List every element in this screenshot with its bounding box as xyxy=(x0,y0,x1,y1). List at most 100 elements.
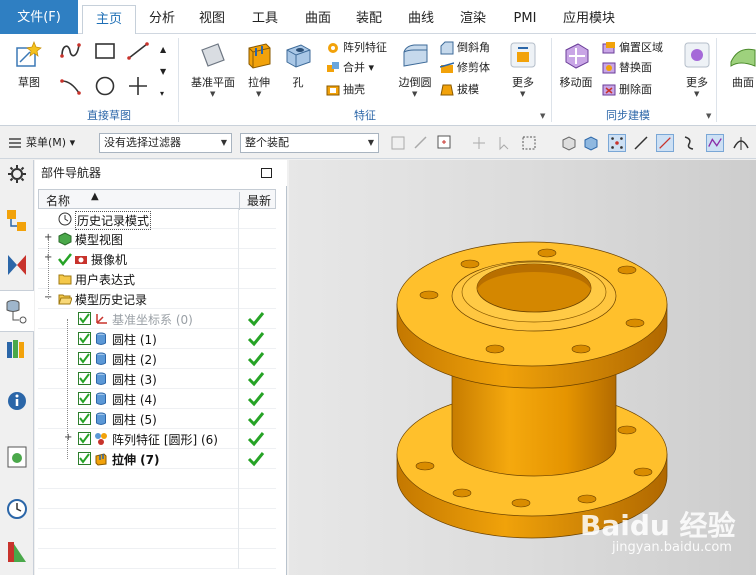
more-feature-button[interactable]: 更多 ▼ xyxy=(500,36,546,102)
tab-surface[interactable]: 曲面 xyxy=(298,5,338,33)
assembly-navigator-icon[interactable] xyxy=(5,208,29,234)
sketch-button[interactable]: 草图 xyxy=(6,36,52,102)
assembly-scope-select[interactable]: 整个装配 ▼ xyxy=(240,133,379,153)
tree-row-cylinder-2[interactable]: 圆柱 (2) xyxy=(38,349,276,369)
tree-row-cylinder-4[interactable]: 圆柱 (4) xyxy=(38,389,276,409)
history-clock-icon[interactable] xyxy=(5,496,29,522)
tree-row-model-history[interactable]: − 模型历史记录 xyxy=(38,289,276,309)
more-sync-button[interactable]: 更多 ▼ xyxy=(674,36,720,102)
surface-button[interactable]: 曲面 xyxy=(720,36,756,102)
web-browser-icon[interactable] xyxy=(5,444,29,470)
point-tool-icon[interactable] xyxy=(126,75,150,97)
tree-row-pattern-feature[interactable]: + 阵列特征 [圆形] (6) xyxy=(38,429,276,449)
pick-icon[interactable] xyxy=(412,134,430,152)
tab-home[interactable]: 主页 xyxy=(82,5,136,34)
grid-points-icon[interactable] xyxy=(608,134,626,152)
edge-blend-button[interactable]: 边倒圆 ▼ xyxy=(392,36,438,102)
feature-group-dropdown-icon[interactable]: ▼ xyxy=(540,112,545,120)
sketch-more-icon[interactable]: ▾ xyxy=(160,84,164,104)
more-feature-dropdown-icon[interactable]: ▼ xyxy=(520,90,525,98)
datum-plane-button[interactable]: 基准平面 ▼ xyxy=(190,36,236,102)
tree-row-datum-csys[interactable]: 基准坐标系 (0) xyxy=(38,309,276,329)
hole-button[interactable]: 孔 xyxy=(275,36,321,102)
delete-face-button[interactable]: 删除面 xyxy=(602,80,652,100)
tree-row-user-expressions[interactable]: 用户表达式 xyxy=(38,269,276,289)
tangent-select-icon[interactable] xyxy=(732,134,750,152)
visibility-checkbox[interactable] xyxy=(78,312,91,325)
info-icon[interactable] xyxy=(5,388,29,414)
shell-button[interactable]: 抽壳 xyxy=(326,80,365,100)
tree-row-extrude[interactable]: 拉伸 (7) xyxy=(38,449,276,469)
reuse-library-icon[interactable] xyxy=(5,336,29,362)
tree-row-cylinder-1[interactable]: 圆柱 (1) xyxy=(38,329,276,349)
edge-blend-dropdown-icon[interactable]: ▼ xyxy=(412,90,417,98)
edge-select-icon[interactable] xyxy=(656,134,674,152)
visibility-checkbox[interactable] xyxy=(78,372,91,385)
line-tool-icon[interactable] xyxy=(126,40,150,62)
box-select-icon[interactable] xyxy=(560,134,578,152)
chamfer-button[interactable]: 倒斜角 xyxy=(440,38,490,58)
circle-tool-icon[interactable] xyxy=(93,75,117,97)
tab-curve[interactable]: 曲线 xyxy=(401,5,441,33)
tree-row-camera[interactable]: + 摄像机 xyxy=(38,249,276,269)
tree-row-cylinder-3[interactable]: 圆柱 (3) xyxy=(38,369,276,389)
roles-icon[interactable] xyxy=(5,538,29,564)
part-navigator-tab[interactable] xyxy=(0,290,34,332)
tree-row-model-views[interactable]: + 模型视图 xyxy=(38,229,276,249)
sort-ascending-icon[interactable]: ▲ xyxy=(91,191,99,202)
tree-row-history-mode[interactable]: 历史记录模式 xyxy=(38,209,276,230)
sync-group-dropdown-icon[interactable]: ▼ xyxy=(706,112,711,120)
maximize-icon[interactable] xyxy=(261,168,272,178)
gear-icon[interactable] xyxy=(5,162,29,188)
curve-select-icon[interactable] xyxy=(680,134,698,152)
visibility-checkbox[interactable] xyxy=(78,432,91,445)
sketch-scroll-down-icon[interactable]: ▼ xyxy=(160,62,166,82)
visibility-checkbox[interactable] xyxy=(78,452,91,465)
arc-tool-icon[interactable] xyxy=(59,75,83,97)
tab-analysis[interactable]: 分析 xyxy=(142,5,182,33)
tab-pmi[interactable]: PMI xyxy=(505,5,545,33)
line-select-icon[interactable] xyxy=(632,134,650,152)
visibility-checkbox[interactable] xyxy=(78,392,91,405)
rectangle-tool-icon[interactable] xyxy=(93,40,117,62)
select-type-icon[interactable] xyxy=(436,134,454,152)
pattern-feature-button[interactable]: 阵列特征 xyxy=(326,38,387,58)
datum-plane-dropdown-icon[interactable]: ▼ xyxy=(210,90,215,98)
extrude-dropdown-icon[interactable]: ▼ xyxy=(256,90,261,98)
extrude-icon xyxy=(95,453,107,466)
column-latest[interactable]: 最新 xyxy=(239,192,277,210)
visibility-checkbox[interactable] xyxy=(78,412,91,425)
visibility-checkbox[interactable] xyxy=(78,352,91,365)
solid-select-icon[interactable] xyxy=(582,134,600,152)
tab-render[interactable]: 渲染 xyxy=(453,5,493,33)
column-name[interactable]: 名称 xyxy=(46,192,70,209)
constraint-navigator-icon[interactable] xyxy=(5,252,29,278)
tree-row-empty xyxy=(38,509,276,529)
pattern-feature-icon xyxy=(95,433,107,445)
sketch-scroll-up-icon[interactable]: ▲ xyxy=(160,40,166,60)
draft-button[interactable]: 拔模 xyxy=(440,80,479,100)
cursor-icon[interactable] xyxy=(496,134,514,152)
unite-button[interactable]: 合并 ▾ xyxy=(326,58,374,78)
visibility-checkbox[interactable] xyxy=(78,332,91,345)
rectangle-select-icon[interactable] xyxy=(520,134,538,152)
more-sync-dropdown-icon[interactable]: ▼ xyxy=(694,90,699,98)
tab-app-modules[interactable]: 应用模块 xyxy=(556,5,622,33)
snap-point-icon[interactable] xyxy=(470,134,488,152)
latest-cell xyxy=(238,409,276,429)
tab-file[interactable]: 文件(F) xyxy=(0,0,78,34)
tab-view[interactable]: 视图 xyxy=(192,5,232,33)
snap-icon[interactable] xyxy=(389,134,407,152)
selection-filter-select[interactable]: 没有选择过滤器 ▼ xyxy=(99,133,232,153)
tab-tools[interactable]: 工具 xyxy=(245,5,285,33)
profile-tool-icon[interactable] xyxy=(59,40,83,62)
tab-assembly[interactable]: 装配 xyxy=(349,5,389,33)
replace-face-button[interactable]: 替换面 xyxy=(602,58,652,78)
menu-button[interactable]: 菜单(M) ▾ xyxy=(26,133,75,153)
expand-icon[interactable]: + xyxy=(64,432,72,443)
offset-region-button[interactable]: 偏置区域 xyxy=(602,38,663,58)
spline-select-icon[interactable] xyxy=(706,134,724,152)
trim-body-button[interactable]: 修剪体 xyxy=(440,58,490,78)
tree-row-cylinder-5[interactable]: 圆柱 (5) xyxy=(38,409,276,429)
move-face-button[interactable]: 移动面 xyxy=(553,36,599,102)
